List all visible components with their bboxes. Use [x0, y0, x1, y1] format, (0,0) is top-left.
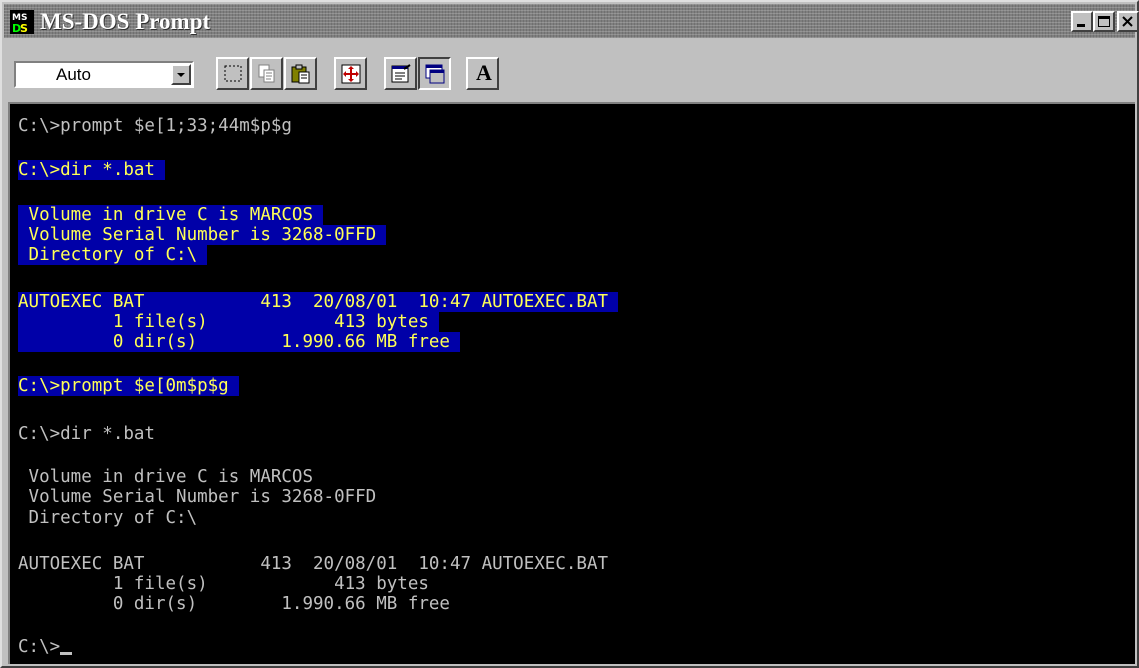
- svg-text:S: S: [20, 22, 28, 34]
- font-size-select[interactable]: Auto: [14, 61, 194, 88]
- copy-button[interactable]: [250, 57, 283, 90]
- fullscreen-button[interactable]: [334, 57, 367, 90]
- console-line: C:\>: [18, 635, 73, 659]
- window-title: MS-DOS Prompt: [40, 9, 211, 34]
- properties-icon: [391, 64, 411, 83]
- mark-icon: [224, 65, 242, 82]
- paste-icon: [291, 64, 310, 84]
- properties-button[interactable]: [384, 57, 417, 90]
- font-size-value: Auto: [56, 65, 91, 84]
- title-bar[interactable]: MS D S MS-DOS Prompt: [4, 4, 1139, 38]
- close-icon: [1122, 16, 1133, 27]
- console-line: C:\>dir *.bat: [18, 158, 165, 182]
- console-line: C:\>prompt $e[1;33;44m$p$g: [18, 116, 292, 136]
- paste-button[interactable]: [284, 57, 317, 90]
- font-button[interactable]: A: [466, 57, 499, 90]
- font-icon: A: [476, 60, 492, 85]
- text-cursor: [60, 652, 73, 655]
- minimize-button[interactable]: [1071, 11, 1093, 32]
- font-size-dropdown-button[interactable]: [171, 64, 191, 85]
- maximize-icon: [1098, 16, 1110, 27]
- console-line: C:\>prompt $e[0m$p$g: [18, 374, 239, 398]
- console-output[interactable]: C:\>prompt $e[1;33;44m$p$g C:\>dir *.bat…: [8, 102, 1135, 664]
- copy-icon: [258, 64, 275, 83]
- background-icon: [425, 64, 445, 84]
- console-line: 0 dir(s) 1.990.66 MB free: [18, 594, 450, 614]
- close-button[interactable]: [1117, 11, 1139, 32]
- background-button[interactable]: [418, 57, 451, 90]
- fullscreen-icon: [341, 64, 361, 84]
- console-line: 0 dir(s) 1.990.66 MB free: [18, 330, 460, 354]
- ms-dos-window: MS D S MS-DOS Prompt Auto A C:\>prompt $…: [0, 0, 1139, 668]
- ms-dos-icon: MS D S: [10, 10, 34, 34]
- toolbar: Auto A: [4, 38, 1135, 102]
- minimize-icon: [1077, 24, 1085, 27]
- maximize-button[interactable]: [1093, 11, 1115, 32]
- console-line: Directory of C:\: [18, 508, 198, 528]
- console-line: C:\>dir *.bat: [18, 424, 155, 444]
- mark-button[interactable]: [216, 57, 249, 90]
- console-line: Directory of C:\: [18, 243, 208, 267]
- chevron-down-icon: [177, 73, 185, 77]
